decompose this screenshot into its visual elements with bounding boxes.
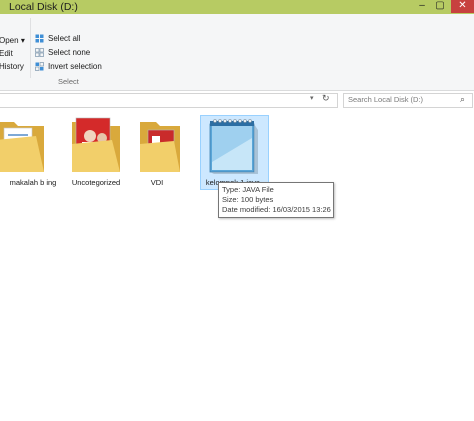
open-label: Open (0, 36, 19, 45)
tooltip-size: Size: 100 bytes (222, 195, 274, 204)
edit-button[interactable]: Edit (0, 49, 13, 58)
invert-selection-button[interactable]: Invert selection (48, 62, 102, 71)
file-item-vdi[interactable]: VDI (131, 114, 197, 194)
window-title: Local Disk (D:) (9, 1, 78, 13)
select-group-label: Select (58, 77, 79, 86)
chevron-down-icon[interactable]: ▾ (310, 94, 314, 102)
folder-icon (140, 122, 180, 172)
maximize-button[interactable]: ▢ (432, 0, 448, 13)
select-all-button[interactable]: Select all (48, 34, 80, 43)
file-item-makalah-b-ing[interactable]: makalah b ing (0, 114, 58, 194)
file-info-tooltip: Type: JAVA File Size: 100 bytes Date mod… (218, 182, 334, 218)
search-icon[interactable]: ⌕ (460, 94, 465, 105)
notepad-icon (209, 119, 258, 174)
folder-icon (0, 122, 44, 172)
close-button[interactable]: ✕ (451, 0, 474, 13)
address-bar[interactable] (0, 93, 338, 108)
tooltip-date-modified: Date modified: 16/03/2015 13:26 (222, 205, 331, 214)
select-none-button[interactable]: Select none (48, 48, 90, 57)
invert-selection-icon (35, 62, 44, 71)
refresh-icon[interactable]: ↻ (322, 93, 330, 104)
file-label: VDI (150, 178, 164, 187)
folder-icon (72, 117, 120, 172)
minimize-button[interactable]: – (414, 0, 430, 13)
ribbon-separator (30, 18, 31, 78)
history-button[interactable]: History (0, 62, 24, 71)
search-input[interactable]: Search Local Disk (D:) ⌕ (343, 93, 473, 108)
chevron-down-icon: ▾ (20, 36, 25, 45)
file-label: Uncotegorized (71, 178, 121, 187)
search-placeholder: Search Local Disk (D:) (348, 95, 424, 104)
file-label: makalah b ing (9, 178, 57, 187)
title-bar[interactable]: Local Disk (D:) – ▢ ✕ (0, 0, 474, 14)
select-none-icon (35, 48, 44, 57)
select-all-icon (35, 34, 44, 43)
open-button[interactable]: Open ▾ (0, 36, 25, 45)
tooltip-type: Type: JAVA File (222, 185, 274, 194)
file-item-uncotegorized[interactable]: Uncotegorized (63, 114, 129, 194)
